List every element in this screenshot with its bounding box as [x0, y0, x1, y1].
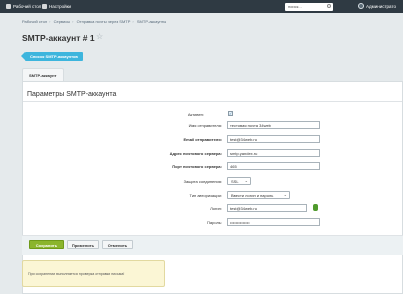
settings-label: Настройки — [49, 4, 72, 9]
settings-link[interactable]: Настройки — [42, 4, 72, 10]
server-label: Адрес почтового сервера: — [169, 151, 222, 156]
chevron-down-icon: ⌄ — [283, 192, 287, 197]
port-field[interactable]: 465 — [227, 162, 320, 170]
security-label: Защита соединения: — [183, 179, 222, 184]
star-icon[interactable]: ☆ — [96, 32, 103, 41]
site-label: Рабочий стол — [13, 4, 42, 9]
password-label: Пароль: — [207, 220, 222, 225]
user-avatar-icon[interactable] — [358, 3, 364, 9]
login-label: Логин: — [210, 206, 222, 211]
account-list-button[interactable]: Список SMTP-аккаунтов — [25, 52, 83, 61]
tab-smtp-account[interactable]: SMTP-аккаунт — [22, 68, 64, 81]
gear-icon — [42, 4, 47, 10]
breadcrumb-separator: › — [49, 19, 51, 24]
save-button[interactable]: Сохранить — [29, 240, 64, 249]
top-bar: Рабочий стол Настройки поиск... Админист… — [0, 0, 403, 13]
page-title: SMTP-аккаунт # 1 — [22, 33, 95, 43]
login-field[interactable]: test@34web.ru — [227, 204, 307, 212]
active-label: Активен: — [187, 112, 204, 117]
sender-email-label: Email отправителя: — [183, 137, 222, 142]
section-title: Параметры SMTP-аккаунта — [27, 91, 117, 98]
sender-name-label: Имя отправителя: — [188, 123, 222, 128]
auth-label: Тип авторизации: — [189, 193, 222, 198]
sender-name-field[interactable]: тестовая почта 34web — [227, 121, 320, 129]
cancel-button[interactable]: Отменить — [102, 240, 133, 249]
auth-value: Ввести логин и пароль — [231, 193, 274, 198]
auth-select[interactable]: Ввести логин и пароль ⌄ — [227, 191, 290, 199]
password-field[interactable]: •••••••••••••• — [227, 218, 320, 226]
divider — [23, 101, 402, 102]
breadcrumb: Рабочий стол › Сервисы › Отправка почты че… — [22, 19, 168, 24]
server-field[interactable]: smtp.yandex.ru — [227, 149, 320, 157]
breadcrumb-item[interactable]: SMTP-аккаунты — [137, 19, 166, 24]
desktop-icon — [6, 4, 11, 10]
breadcrumb-separator: › — [132, 19, 134, 24]
key-icon[interactable] — [313, 204, 318, 211]
sender-email-field[interactable]: test@34web.ru — [227, 135, 320, 143]
notice-message: При сохранении выполняется проверка отпр… — [22, 260, 165, 287]
breadcrumb-item[interactable]: Рабочий стол — [22, 19, 47, 24]
active-checkbox[interactable]: ✓ — [228, 111, 233, 116]
search-placeholder: поиск... — [288, 4, 302, 9]
search-icon[interactable] — [327, 4, 331, 8]
search-input[interactable]: поиск... — [285, 3, 333, 11]
security-select[interactable]: SSL ⌄ — [227, 177, 251, 185]
breadcrumb-separator: › — [72, 19, 74, 24]
site-link[interactable]: Рабочий стол — [6, 4, 42, 10]
port-label: Порт почтового сервера: — [172, 164, 222, 169]
chevron-down-icon: ⌄ — [244, 178, 248, 183]
user-name[interactable]: Администрато — [366, 4, 396, 9]
breadcrumb-item[interactable]: Отправка почты через SMTP — [77, 19, 131, 24]
apply-button[interactable]: Применить — [67, 240, 99, 249]
security-value: SSL — [231, 179, 239, 184]
breadcrumb-item[interactable]: Сервисы — [54, 19, 71, 24]
